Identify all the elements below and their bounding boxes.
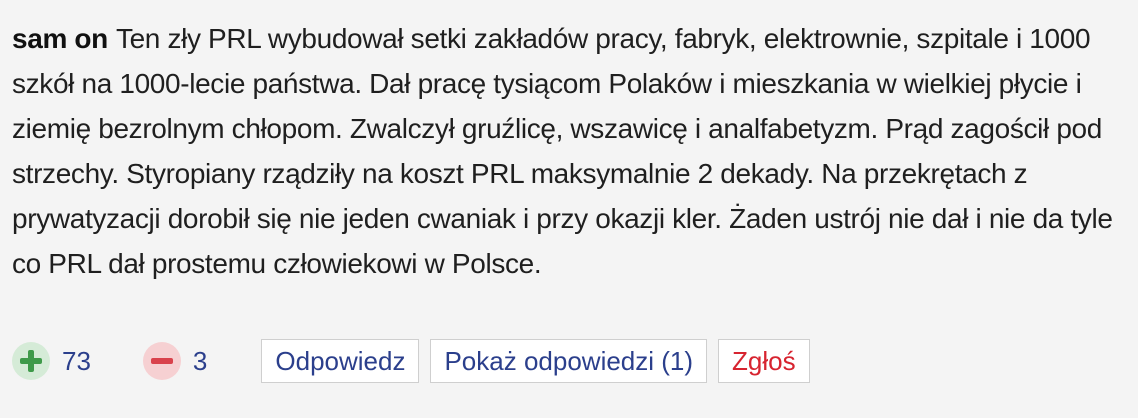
upvote-button[interactable]: 73 — [12, 342, 91, 380]
show-replies-button[interactable]: Pokaż odpowiedzi (1) — [430, 339, 708, 383]
report-button[interactable]: Zgłoś — [718, 339, 810, 383]
upvote-count: 73 — [62, 345, 91, 376]
plus-icon[interactable] — [12, 342, 50, 380]
reply-button[interactable]: Odpowiedz — [261, 339, 420, 383]
comment-author: sam on — [12, 23, 108, 54]
comment-body: sam on Ten zły PRL wybudował setki zakład… — [12, 16, 1117, 286]
downvote-count: 3 — [192, 345, 208, 376]
minus-icon[interactable] — [142, 342, 181, 380]
downvote-button[interactable]: 3 — [142, 342, 208, 380]
comment-actions: 73 3 Odpowiedz Pokaż odpowiedzi (1) Zgło… — [12, 338, 821, 384]
comment-text: Ten zły PRL wybudował setki zakładów pra… — [12, 23, 1113, 279]
comment: sam on Ten zły PRL wybudował setki zakład… — [12, 16, 1122, 286]
